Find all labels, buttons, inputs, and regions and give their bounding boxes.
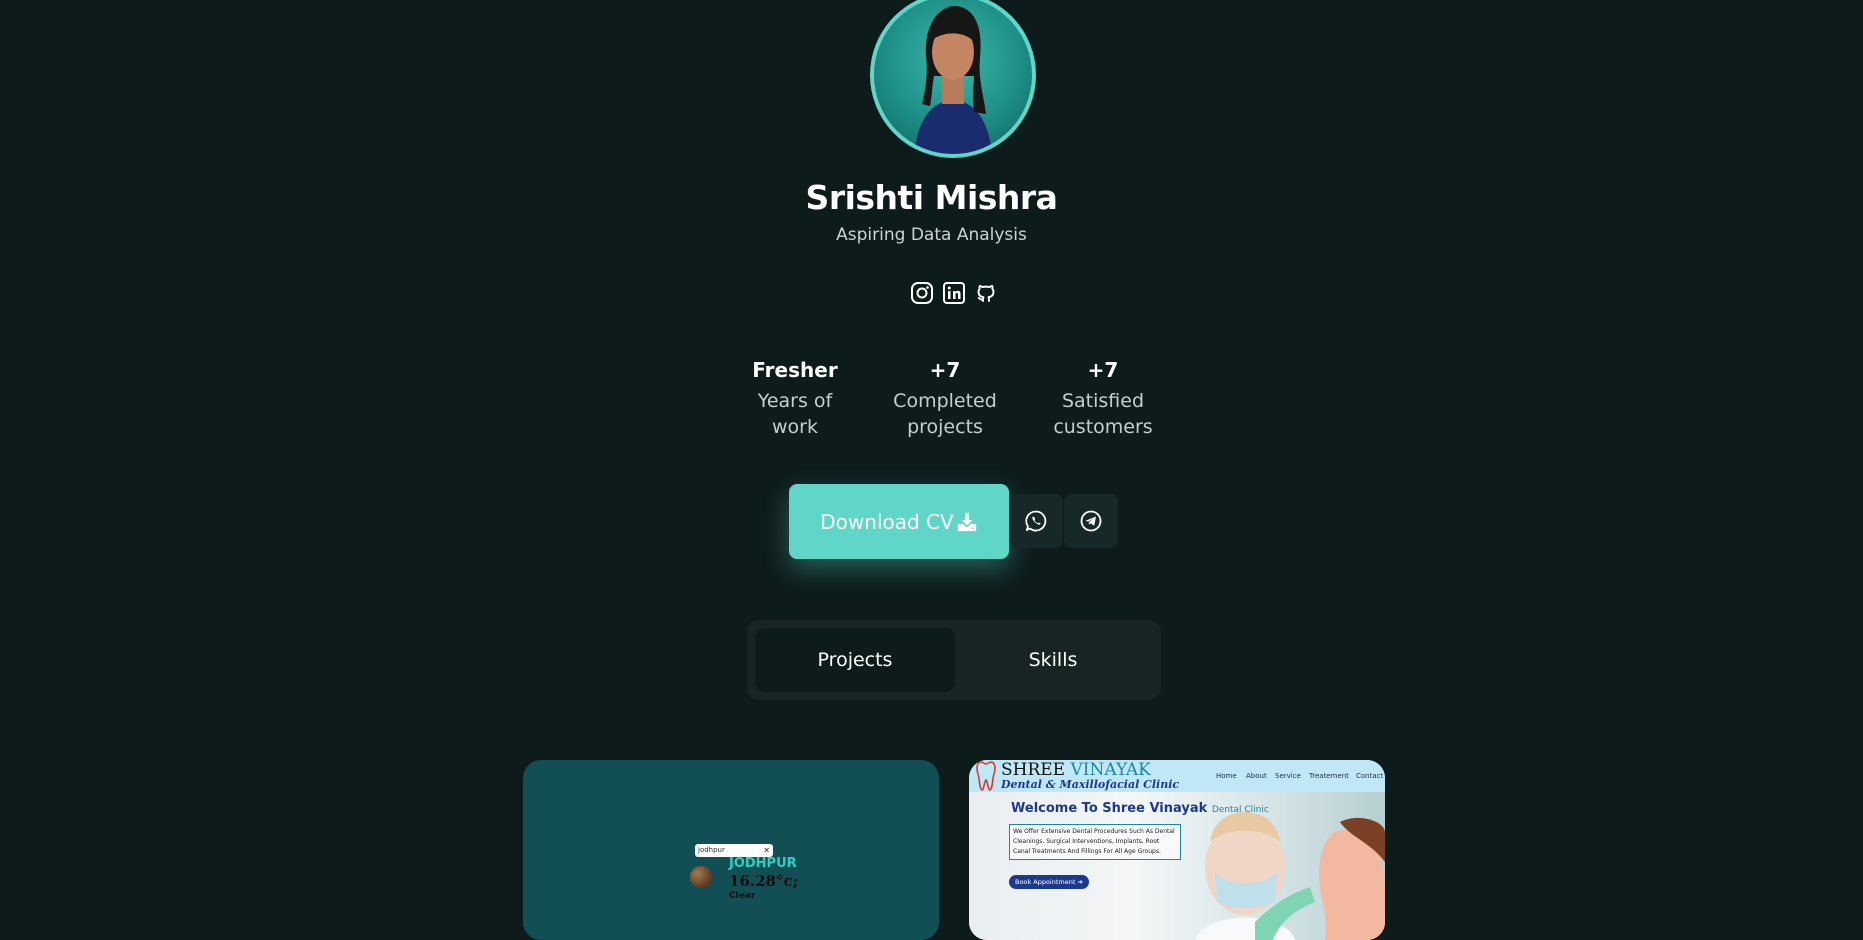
telegram-icon: [1080, 510, 1102, 532]
clinic-welcome-main: Welcome To Shree Vinayak: [1011, 801, 1208, 816]
stat-projects: +7 Completed projects: [870, 358, 1020, 440]
clinic-welcome-title: Welcome To Shree Vinayak Dental Clinic: [1011, 801, 1269, 816]
weather-search-value: jodhpur: [698, 846, 725, 854]
whatsapp-button[interactable]: [1009, 494, 1063, 548]
social-links: [910, 281, 998, 305]
clinic-nav-home[interactable]: Home: [1216, 772, 1237, 780]
book-appointment-label: Book Appointment: [1015, 878, 1076, 886]
stat-experience: Fresher Years of work: [720, 358, 870, 440]
stat-value: +7: [1087, 358, 1119, 382]
clinic-nav-service[interactable]: Service: [1275, 772, 1301, 780]
stat-customers: +7 Satisfied customers: [1028, 358, 1178, 440]
clinic-nav-contact[interactable]: Contact: [1356, 772, 1383, 780]
clinic-nav-about[interactable]: About: [1246, 772, 1267, 780]
clinic-logo-shree: SHREE: [1001, 760, 1066, 780]
arrow-right-icon: ➜: [1077, 878, 1083, 886]
clinic-welcome-suffix: Dental Clinic: [1211, 805, 1269, 815]
stat-label-line: Completed: [893, 390, 997, 412]
download-cv-label: Download CV: [820, 509, 954, 534]
book-appointment-button[interactable]: Book Appointment ➜: [1009, 875, 1089, 889]
clinic-header: SHREE VINAYAK Dental & Maxillofacial Cli…: [969, 760, 1385, 792]
stat-label-line: customers: [1053, 416, 1153, 438]
stat-label: Years of work: [720, 388, 870, 440]
weather-city: JODHPUR: [729, 856, 797, 871]
clinic-logo-line2: Dental & Maxillofacial Clinic: [1001, 778, 1180, 791]
download-icon: [957, 512, 976, 531]
weather-condition-icon: [690, 866, 712, 888]
stat-value: +7: [929, 358, 961, 382]
tab-projects[interactable]: Projects: [755, 628, 955, 692]
tab-skills[interactable]: Skills: [953, 628, 1153, 692]
linkedin-icon[interactable]: [942, 281, 966, 305]
stat-label: Satisfied customers: [1028, 388, 1178, 440]
profile-role: Aspiring Data Analysis: [836, 225, 1027, 245]
stat-label-line: projects: [907, 416, 983, 438]
clinic-logo-vinayak: VINAYAK: [1070, 760, 1151, 780]
download-cv-button[interactable]: Download CV: [789, 484, 1009, 559]
project-card-weather[interactable]: jodhpur ✕ JODHPUR 16.28°c; Clear: [523, 760, 939, 940]
project-card-clinic[interactable]: SHREE VINAYAK Dental & Maxillofacial Cli…: [969, 760, 1385, 940]
tooth-logo-icon: [976, 761, 996, 791]
clinic-description: We Offer Extensive Dental Procedures Suc…: [1009, 824, 1181, 860]
github-icon[interactable]: [974, 281, 998, 305]
stat-label-line: work: [772, 416, 818, 438]
section-tabs: Projects Skills: [747, 620, 1161, 700]
stat-label: Completed projects: [870, 388, 1020, 440]
avatar: [870, 0, 1036, 158]
whatsapp-icon: [1025, 510, 1047, 532]
profile-name: Srishti Mishra: [805, 178, 1058, 217]
stat-value: Fresher: [752, 358, 838, 382]
clinic-logo-line1: SHREE VINAYAK: [1001, 760, 1151, 780]
instagram-icon[interactable]: [910, 281, 934, 305]
weather-temperature: 16.28°c;: [729, 872, 799, 890]
telegram-button[interactable]: [1064, 494, 1118, 548]
stat-label-line: Satisfied: [1061, 390, 1145, 412]
profile-photo: [914, 6, 992, 154]
stat-label-line: Years of: [757, 390, 833, 412]
weather-condition: Clear: [729, 891, 756, 901]
clinic-nav-treatment[interactable]: Treatement: [1309, 772, 1349, 780]
